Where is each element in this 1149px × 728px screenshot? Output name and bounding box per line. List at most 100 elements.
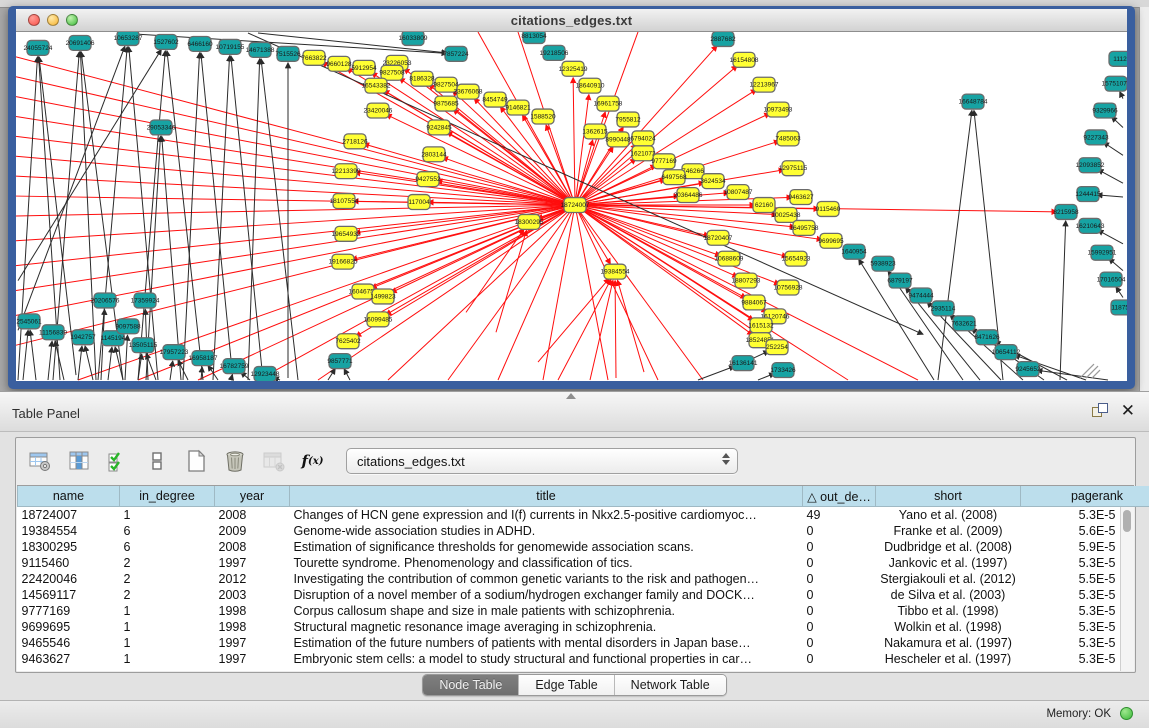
graph-edge[interactable] [16, 205, 575, 291]
graph-edge[interactable] [573, 78, 575, 205]
table-cell[interactable]: Franke et al. (2009) [876, 523, 1021, 539]
graph-node[interactable]: 9474444 [908, 288, 934, 303]
graph-edge[interactable] [1103, 142, 1123, 155]
graph-node[interactable]: 1640954 [841, 244, 867, 259]
table-cell[interactable]: Dudbridge et al. (2008) [876, 539, 1021, 555]
table-cell[interactable]: Disruption of a novel member of a sodium… [290, 587, 803, 603]
table-cell[interactable]: 9115460 [18, 555, 120, 571]
graph-node[interactable]: 10807487 [724, 185, 753, 200]
graph-edge[interactable] [1097, 195, 1123, 197]
close-window-icon[interactable] [28, 14, 40, 26]
graph-node[interactable]: 20691406 [66, 35, 95, 50]
graph-node[interactable]: 10654112 [992, 345, 1021, 360]
graph-node[interactable]: 15992951 [1088, 245, 1117, 260]
tab-node-table[interactable]: Node Table [423, 675, 519, 695]
table-cell[interactable]: Wolkin et al. (1998) [876, 619, 1021, 635]
graph-node[interactable]: 9242845 [426, 120, 452, 135]
table-cell[interactable]: 2003 [215, 587, 290, 603]
table-cell[interactable]: Nakamura et al. (1997) [876, 635, 1021, 651]
table-cell[interactable]: Hescheler et al. (1997) [876, 651, 1021, 667]
graph-node[interactable]: 9463627 [788, 190, 814, 205]
resize-grip-icon[interactable] [1080, 364, 1100, 378]
table-cell[interactable]: de Silva et al. (2003) [876, 587, 1021, 603]
graph-node[interactable]: 118753 [1111, 300, 1127, 315]
graph-node[interactable]: 16154808 [730, 52, 759, 67]
graph-edge[interactable] [575, 205, 608, 380]
graph-node[interactable]: 2803144 [421, 147, 447, 162]
graph-node[interactable]: 10756928 [774, 280, 803, 295]
table-row[interactable]: 969969511998Structural magnetic resonanc… [18, 619, 1149, 635]
graph-node[interactable]: 16543382 [362, 78, 391, 93]
graph-node[interactable]: 8471626 [974, 330, 1000, 345]
table-row[interactable]: 1872400712008Changes of HCN gene express… [18, 507, 1149, 524]
table-select-dropdown[interactable]: citations_edges.txt [346, 448, 738, 474]
graph-edge[interactable] [1060, 221, 1066, 380]
column-header-short[interactable]: short [876, 486, 1021, 507]
graph-node[interactable]: 8186328 [409, 71, 435, 86]
graph-node[interactable]: 9097588 [115, 319, 141, 334]
network-canvas[interactable]: 2405572420691406106532871527602646616010… [16, 32, 1127, 381]
table-panel-header[interactable]: Table Panel ✕ [0, 391, 1149, 432]
table-cell[interactable]: 0 [803, 571, 876, 587]
graph-node[interactable]: 9777169 [651, 154, 677, 169]
vertical-scrollbar[interactable] [1120, 507, 1134, 671]
graph-edge[interactable] [30, 330, 36, 380]
graph-node[interactable]: 16136141 [729, 356, 758, 371]
delete-trash-icon[interactable] [221, 448, 248, 475]
table-cell[interactable]: 18724007 [18, 507, 120, 524]
graph-node[interactable]: 9660128 [326, 56, 352, 71]
graph-node[interactable]: 12213399 [332, 164, 361, 179]
graph-node[interactable]: 8990448 [605, 132, 631, 147]
graph-node[interactable]: 1112 [1109, 51, 1127, 66]
graph-node[interactable]: 7663822 [301, 50, 327, 65]
column-header-pagerank[interactable]: pagerank [1021, 486, 1149, 507]
close-panel-icon[interactable]: ✕ [1121, 403, 1135, 418]
graph-node[interactable]: 1615132 [748, 318, 774, 333]
graph-edge[interactable] [16, 205, 575, 345]
graph-edge[interactable] [391, 205, 575, 293]
table-cell[interactable]: 9463627 [18, 651, 120, 667]
table-cell[interactable]: 0 [803, 587, 876, 603]
table-cell[interactable]: 1997 [215, 651, 290, 667]
graph-node[interactable]: 10653287 [114, 32, 143, 45]
graph-edge[interactable] [1120, 92, 1123, 99]
table-row[interactable]: 946362711997Embryonic stem cells: a mode… [18, 651, 1149, 667]
table-cell[interactable]: 2009 [215, 523, 290, 539]
graph-node[interactable]: 5912954 [351, 60, 377, 75]
graph-node[interactable]: 16210643 [1076, 218, 1105, 233]
table-cell[interactable]: 2 [120, 555, 215, 571]
graph-node[interactable]: 29053346 [147, 120, 176, 135]
graph-node[interactable]: 12325419 [559, 61, 588, 76]
graph-edge[interactable] [48, 341, 52, 380]
graph-node[interactable]: 9146821 [505, 100, 531, 115]
graph-node[interactable]: 16495758 [790, 220, 819, 235]
graph-node[interactable]: 18807293 [732, 273, 761, 288]
table-cell[interactable]: 14569117 [18, 587, 120, 603]
graph-node[interactable]: 24055724 [24, 40, 53, 55]
graph-node[interactable]: 7625402 [335, 334, 361, 349]
table-cell[interactable]: 9699695 [18, 619, 120, 635]
graph-node[interactable]: 17016504 [1097, 272, 1126, 287]
graph-node[interactable]: 16958187 [189, 351, 218, 366]
graph-node[interactable]: 7515526 [275, 46, 301, 61]
graph-node[interactable]: 19654932 [332, 226, 361, 241]
table-cell[interactable]: 1 [120, 619, 215, 635]
table-cell[interactable]: Embryonic stem cells: a model to study s… [290, 651, 803, 667]
graph-node[interactable]: 5938923 [870, 256, 896, 271]
graph-edge[interactable] [615, 281, 616, 378]
graph-node[interactable]: 12093852 [1076, 158, 1105, 173]
table-cell[interactable]: 1998 [215, 603, 290, 619]
select-columns-icon[interactable] [65, 448, 92, 475]
graph-edge[interactable] [231, 375, 232, 380]
table-cell[interactable]: 2 [120, 571, 215, 587]
graph-node[interactable]: 12213967 [750, 77, 779, 92]
tab-edge-table[interactable]: Edge Table [519, 675, 614, 695]
graph-edge[interactable] [344, 369, 350, 380]
graph-node[interactable]: 1527602 [153, 34, 179, 49]
graph-node[interactable]: 1733426 [770, 363, 796, 378]
graph-node[interactable]: 2718126 [342, 134, 368, 149]
table-cell[interactable]: 0 [803, 539, 876, 555]
window-titlebar[interactable]: citations_edges.txt [16, 9, 1127, 32]
graph-node[interactable]: 9115460 [816, 202, 841, 217]
table-cell[interactable]: 1 [120, 603, 215, 619]
